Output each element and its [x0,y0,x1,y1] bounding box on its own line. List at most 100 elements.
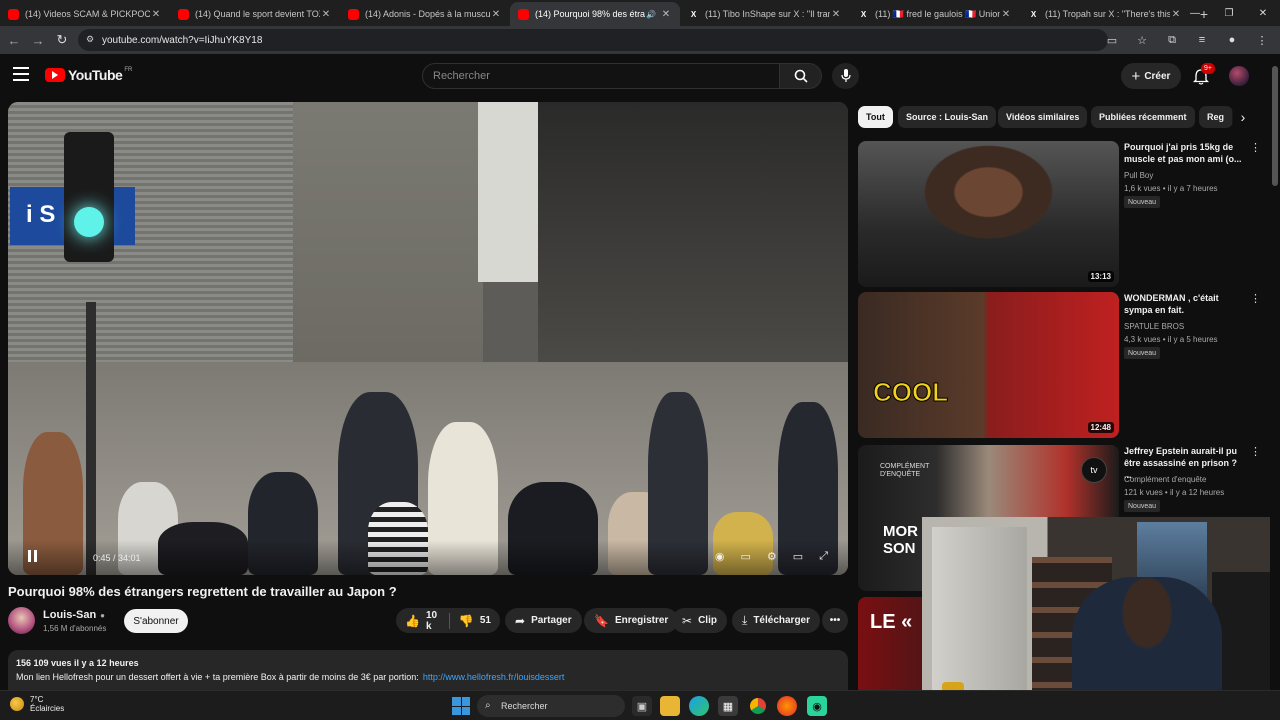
menu-icon[interactable] [13,67,29,81]
more-vertical-icon[interactable]: ⋮ [1250,292,1261,305]
firefox-icon[interactable] [777,696,797,716]
bookmark-star-icon[interactable]: ☆ [1130,28,1154,52]
pause-icon[interactable] [26,550,40,564]
browser-tab-active[interactable]: (14) Pourquoi 98% des étra 🔊 ✕ [510,2,680,26]
more-horizontal-icon: ••• [829,615,841,626]
close-icon[interactable]: ✕ [830,9,842,20]
cast-icon[interactable]: ▭ [1100,28,1124,52]
video-player[interactable]: i S 0:45 / 34:01 ◉ ▭ ⚙ ▭ ⤢ [8,102,848,575]
voice-search-button[interactable] [832,63,859,89]
close-icon[interactable]: ✕ [1000,9,1012,20]
media-icon[interactable]: ≡ [1190,28,1214,52]
video-description[interactable]: 156 109 vues il y a 12 heures Mon lien H… [8,650,848,690]
browser-tab[interactable]: X (11) Tibo InShape sur X : "Il trans ✕ [680,2,850,26]
more-actions-button[interactable]: ••• [822,608,848,633]
logo-text: YouTube [68,67,123,83]
chip-more[interactable]: Reg [1199,106,1233,128]
chip-all[interactable]: Tout [858,106,893,128]
search-button[interactable] [780,63,822,89]
youtube-icon [178,8,189,20]
reload-icon[interactable]: ↻ [50,28,74,52]
chrome-icon[interactable] [748,696,768,716]
browser-tab[interactable]: X (11) Tropah sur X : "There's this ✕ [1020,2,1190,26]
channel-name[interactable]: Louis-San ● [43,609,105,621]
video-frame-traffic-light [64,132,114,262]
minimize-icon[interactable]: — [1178,0,1212,26]
browser-tab[interactable]: X (11) 🇫🇷 fred le gaulois 🇫🇷 Union ✕ [850,2,1020,26]
close-icon[interactable]: ✕ [490,9,502,20]
recommendation-channel[interactable]: Pull Boy [1124,171,1153,180]
video-thumbnail[interactable]: COOL 12:48 [858,292,1119,438]
like-button[interactable]: 👍 10 k [396,608,449,633]
site-info-icon[interactable]: ⚙ [86,34,94,45]
youtube-play-icon [45,68,65,82]
dislike-button[interactable]: 👎 51 [450,608,500,633]
browser-tab[interactable]: (14) Quand le sport devient TOXIQUE ✕ [170,2,340,26]
subtitles-icon[interactable]: ▭ [741,550,751,563]
store-icon[interactable]: ▦ [718,696,738,716]
chip-similar[interactable]: Vidéos similaires [998,106,1088,128]
chip-source[interactable]: Source : Louis-San [898,106,997,128]
scrollbar-thumb[interactable] [1272,66,1278,186]
windows-start-icon[interactable] [452,697,470,715]
settings-icon[interactable]: ⚙ [767,550,777,563]
speaker-icon[interactable]: 🔊 [646,10,656,19]
app-icon[interactable]: ◉ [807,696,827,716]
tab-title: (14) Pourquoi 98% des étra [535,9,646,19]
browser-tab[interactable]: (14) Adonis - Dopés à la muscu ✕ [340,2,510,26]
address-bar[interactable]: ⚙ youtube.com/watch?v=IiJhuYK8Y18 [78,29,1108,51]
clip-button[interactable]: ✂ Clip [672,608,727,633]
weather-temperature: 7°C [30,695,44,704]
forward-icon[interactable]: → [26,28,50,52]
download-button[interactable]: ⤓ Télécharger [732,608,821,633]
tab-title: (14) Adonis - Dopés à la muscu [365,9,490,19]
channel-name-text: Louis-San [43,609,97,621]
subscribe-button[interactable]: S'abonner [124,609,188,633]
close-icon[interactable]: ✕ [150,9,162,20]
close-icon[interactable]: ✕ [320,9,332,20]
close-icon[interactable]: ✕ [660,9,672,20]
windows-taskbar: 7°C Éclaircies ⌕ Rechercher ▣ ▦ ◉ [0,690,1280,720]
page-scrollbar[interactable] [1270,54,1280,690]
close-window-icon[interactable]: ✕ [1246,0,1280,26]
description-link[interactable]: http://www.hellofresh.fr/louisdessert [423,672,565,682]
player-right-controls: ◉ ▭ ⚙ ▭ ⤢ [715,550,828,563]
recommendation-item[interactable]: 13:13 Pourquoi j'ai pris 15kg de muscle … [858,141,1261,287]
recommendation-channel[interactable]: SPATULE BROS [1124,322,1184,331]
create-button[interactable]: + Créer [1121,63,1181,89]
x-icon: X [860,9,867,19]
extensions-icon[interactable]: ⧉ [1160,28,1184,52]
browser-menu-icon[interactable]: ⋮ [1250,28,1274,52]
profile-icon[interactable]: ● [1220,28,1244,52]
task-view-icon[interactable]: ▣ [632,696,652,716]
recommendation-channel[interactable]: Complément d'enquête [1124,475,1206,484]
theater-mode-icon[interactable]: ▭ [793,550,803,563]
tab-title: (11) Tibo InShape sur X : "Il trans [705,9,830,19]
save-button[interactable]: 🔖 Enregistrer [584,608,679,633]
search-input[interactable]: Rechercher [422,63,780,89]
restore-icon[interactable]: ❐ [1212,0,1246,26]
channel-avatar[interactable] [8,607,35,634]
recommendation-title[interactable]: Pourquoi j'ai pris 15kg de muscle et pas… [1124,141,1242,165]
more-vertical-icon[interactable]: ⋮ [1250,141,1261,154]
video-duration: 13:13 [1087,271,1114,282]
edge-icon[interactable] [689,696,709,716]
more-vertical-icon[interactable]: ⋮ [1250,445,1261,458]
youtube-logo[interactable]: YouTube FR [45,67,132,83]
back-icon[interactable]: ← [2,28,26,52]
file-explorer-icon[interactable] [660,696,680,716]
fullscreen-icon[interactable]: ⤢ [819,550,828,563]
like-dislike-group: 👍 10 k 👎 51 [396,608,500,633]
weather-widget[interactable]: 7°C Éclaircies [10,695,64,713]
share-button[interactable]: ➦ Partager [505,608,582,633]
browser-tab[interactable]: (14) Videos SCAM & PICKPOCKET ✕ [0,2,170,26]
account-avatar[interactable] [1229,66,1249,86]
recommendation-title[interactable]: WONDERMAN , c'était sympa en fait. [1124,292,1242,316]
video-thumbnail[interactable]: 13:13 [858,141,1119,287]
chevron-right-icon[interactable]: › [1232,106,1254,128]
chip-recent[interactable]: Publiées récemment [1091,106,1195,128]
taskbar-search[interactable]: ⌕ Rechercher [477,695,625,717]
thumbs-up-icon: 👍 [405,613,420,628]
autoplay-icon[interactable]: ◉ [715,550,725,563]
recommendation-item[interactable]: COOL 12:48 WONDERMAN , c'était sympa en … [858,292,1261,438]
